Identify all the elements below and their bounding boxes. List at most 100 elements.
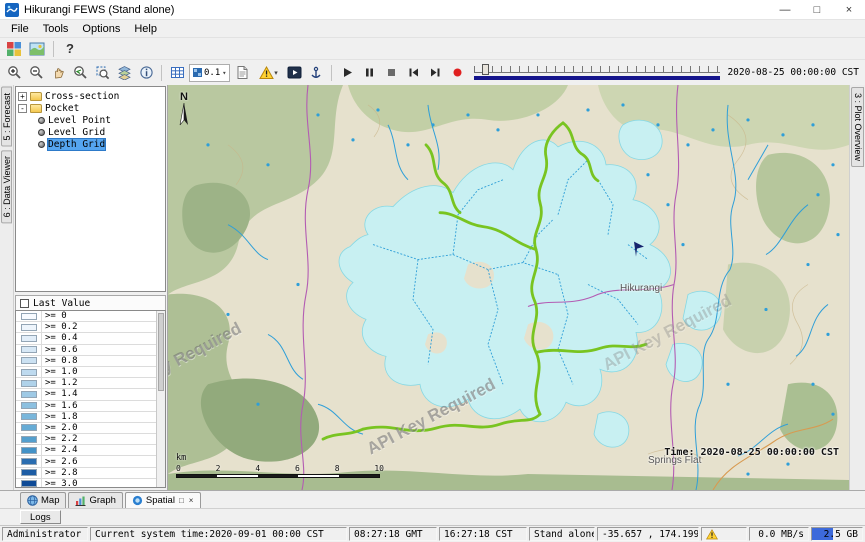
legend-swatch xyxy=(21,480,37,487)
legend-row: >= 2.4 xyxy=(16,445,156,456)
status-mode: Stand alone xyxy=(529,527,595,541)
class-break-select[interactable]: 0.1 ▾ xyxy=(189,64,230,82)
tab-forecast[interactable]: 5 : Forecast xyxy=(1,87,12,147)
time-slider-range-bar xyxy=(474,76,720,80)
scalebar-bar xyxy=(176,474,380,478)
step-back-icon[interactable] xyxy=(403,63,423,83)
tab-restore-icon[interactable]: □ xyxy=(178,496,185,505)
record-icon[interactable] xyxy=(447,63,467,83)
menu-bar: File Tools Options Help xyxy=(0,20,865,37)
animation-icon[interactable] xyxy=(284,63,304,83)
tab-spatial[interactable]: Spatial □ × xyxy=(125,492,202,508)
status-warning[interactable] xyxy=(701,527,747,541)
legend-swatch xyxy=(21,447,37,454)
expand-icon[interactable]: + xyxy=(18,92,27,101)
legend-table: >= 0 >= 0.2 >= 0.4 >= 0.6 >= 0.8 >= 1.0 … xyxy=(15,310,166,488)
pan-icon[interactable] xyxy=(48,63,68,83)
close-button[interactable]: × xyxy=(833,0,865,19)
scalebar-unit: km xyxy=(176,453,384,463)
legend-swatch xyxy=(21,458,37,465)
tree-leaf-level-point[interactable]: Level Point xyxy=(18,114,163,126)
collapse-icon[interactable]: - xyxy=(18,104,27,113)
document-icon[interactable] xyxy=(232,63,252,83)
tab-map[interactable]: Map xyxy=(20,492,66,508)
legend-swatch xyxy=(21,424,37,431)
north-arrow: N xyxy=(178,91,190,132)
chevron-down-icon: ▾ xyxy=(274,69,278,77)
left-panel: + Cross-section - Pocket Level Point Lev… xyxy=(14,85,168,490)
right-tab-strip: 3 : Plot Overview xyxy=(849,85,865,490)
menu-file[interactable]: File xyxy=(4,22,36,36)
legend-row: >= 3.0 xyxy=(16,479,156,488)
tree-leaf-label: Level Point xyxy=(48,115,111,126)
legend-scrollbar[interactable] xyxy=(156,311,165,487)
time-slider-thumb[interactable] xyxy=(482,64,489,75)
grid-display-icon[interactable] xyxy=(167,63,187,83)
step-forward-icon[interactable] xyxy=(425,63,445,83)
pause-icon[interactable] xyxy=(359,63,379,83)
status-bar: Administrator Current system time:2020-0… xyxy=(0,525,865,542)
zoom-in-icon[interactable] xyxy=(4,63,24,83)
legend-swatch xyxy=(21,335,37,342)
tab-map-label: Map xyxy=(41,495,59,506)
info-icon[interactable] xyxy=(136,63,156,83)
legend-row: >= 2.2 xyxy=(16,434,156,445)
legend-rows: >= 0 >= 0.2 >= 0.4 >= 0.6 >= 0.8 >= 1.0 … xyxy=(16,311,156,487)
minimize-button[interactable]: — xyxy=(769,0,801,19)
folder-icon xyxy=(30,92,42,101)
town-label: Hikurangi xyxy=(620,283,662,294)
time-slider[interactable] xyxy=(474,63,720,83)
tab-spatial-label: Spatial xyxy=(146,495,175,506)
tab-close-icon[interactable]: × xyxy=(188,496,195,505)
profile-tool-icon[interactable] xyxy=(306,63,326,83)
warning-icon xyxy=(706,529,718,540)
tree-node-pocket[interactable]: - Pocket xyxy=(18,102,163,114)
maximize-button[interactable]: □ xyxy=(801,0,833,19)
class-break-value: 0.1 xyxy=(204,68,220,78)
legend-row: >= 1.4 xyxy=(16,389,156,400)
legend-scrollbar-thumb[interactable] xyxy=(158,313,164,391)
tree-node-label: Cross-section xyxy=(45,91,119,102)
tree-leaf-depth-grid[interactable]: Depth Grid xyxy=(18,138,163,150)
status-local-time: 16:27:18 CST xyxy=(439,527,527,541)
tab-data-viewer[interactable]: 6 : Data Viewer xyxy=(1,150,12,223)
help-icon[interactable]: ? xyxy=(60,39,80,59)
main-toolbar: ? xyxy=(0,37,865,59)
database-icon[interactable] xyxy=(4,39,24,59)
status-coordinates: -35.657 , 174.199 xyxy=(597,527,699,541)
legend-swatch xyxy=(21,313,37,320)
zoom-out-icon[interactable] xyxy=(26,63,46,83)
map-display-icon[interactable] xyxy=(27,39,47,59)
last-value-checkbox[interactable] xyxy=(20,299,29,308)
tab-graph-label: Graph xyxy=(89,495,115,506)
window-controls: — □ × xyxy=(769,0,865,19)
menu-tools[interactable]: Tools xyxy=(36,22,76,36)
logs-button[interactable]: Logs xyxy=(20,510,61,524)
zoom-extent-icon[interactable] xyxy=(92,63,112,83)
memory-label: 2.5 GB xyxy=(824,529,858,540)
tab-plot-overview[interactable]: 3 : Plot Overview xyxy=(851,87,864,167)
legend-swatch xyxy=(21,346,37,353)
tree-leaf-label: Level Grid xyxy=(48,127,105,138)
display-tab-bar: Map Graph Spatial □ × xyxy=(0,490,865,508)
stop-icon[interactable] xyxy=(381,63,401,83)
legend-row: >= 0.8 xyxy=(16,356,156,367)
title-bar: Hikurangi FEWS (Stand alone) — □ × xyxy=(0,0,865,20)
menu-options[interactable]: Options xyxy=(75,22,127,36)
compass-label: N xyxy=(178,91,190,103)
legend-row: >= 1.8 xyxy=(16,412,156,423)
status-throughput: 0.0 MB/s xyxy=(749,527,809,541)
tab-graph[interactable]: Graph xyxy=(68,492,122,508)
menu-help[interactable]: Help xyxy=(127,22,164,36)
warning-filter-icon[interactable]: ▾ xyxy=(254,63,282,83)
legend-swatch xyxy=(21,413,37,420)
left-tab-strip: 5 : Forecast 6 : Data Viewer xyxy=(0,85,14,490)
play-icon[interactable] xyxy=(337,63,357,83)
toolbar-separator xyxy=(53,41,54,57)
zoom-previous-icon[interactable] xyxy=(70,63,90,83)
layers-icon[interactable] xyxy=(114,63,134,83)
tree-node-label: Pocket xyxy=(45,103,79,114)
tree-node-cross-section[interactable]: + Cross-section xyxy=(18,90,163,102)
tree-leaf-level-grid[interactable]: Level Grid xyxy=(18,126,163,138)
map-view[interactable]: N API Key Required API Key Required API … xyxy=(168,85,849,490)
